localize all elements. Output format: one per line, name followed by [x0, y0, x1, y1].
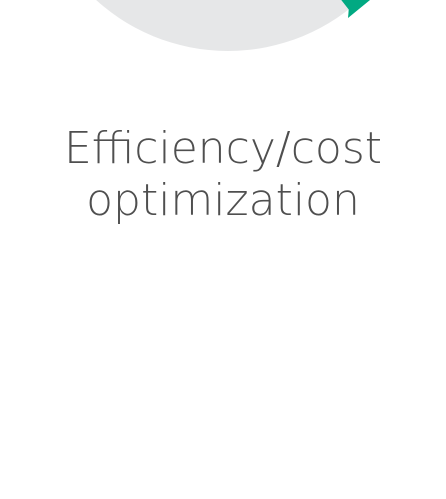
chart-title: Efficiency/cost optimization: [0, 123, 446, 227]
chart-title-line-1: Efficiency/cost: [63, 123, 383, 174]
donut-chart: [96, 0, 370, 51]
donut-track: [96, 0, 360, 51]
chart-title-line-2: optimization: [86, 175, 360, 226]
chart-card: Efficiency/cost optimization: [0, 0, 446, 499]
